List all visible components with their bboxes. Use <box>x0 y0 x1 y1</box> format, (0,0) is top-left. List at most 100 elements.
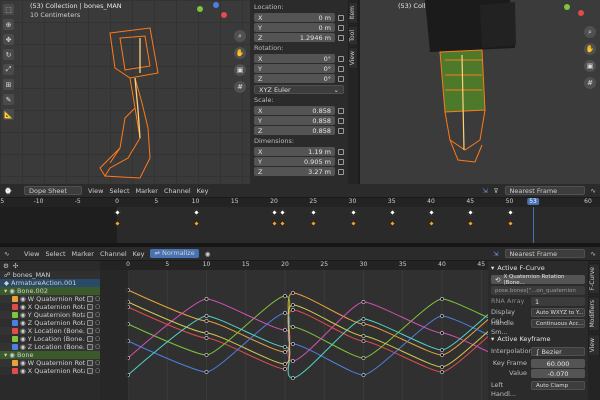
graph-menu-select[interactable]: Select <box>45 250 65 258</box>
curve-keyframe-point[interactable] <box>440 348 444 352</box>
gizmo-z-axis-icon[interactable] <box>578 10 584 16</box>
dopesheet-menu-view[interactable]: View <box>88 187 103 195</box>
select-tool-icon[interactable]: ⬚ <box>3 4 14 15</box>
curve-keyframe-point[interactable] <box>283 350 287 354</box>
dopesheet-mode-select[interactable]: Dope Sheet <box>24 186 82 195</box>
viewport-left[interactable]: (53) Collection | bones_MAN 10 Centimete… <box>0 0 250 184</box>
grid-icon[interactable]: # <box>234 81 246 93</box>
lock-icon[interactable] <box>338 168 344 175</box>
fcurve-name-field[interactable]: ⟲ X Quaternion Rotation (Bone... <box>491 274 585 286</box>
gizmo-z-axis-icon[interactable] <box>213 2 219 8</box>
channel-group-row[interactable]: ▾ ◉ Bone <box>0 351 100 359</box>
channel-action-row[interactable]: ◆ ArmatureAction.001 <box>0 279 100 287</box>
character-model-right[interactable] <box>420 0 520 170</box>
graph-menu-channel[interactable]: Channel <box>100 250 127 258</box>
curve-keyframe-point[interactable] <box>290 359 295 363</box>
channel-row[interactable]: ◉ Y Quaternion Rotat ▢ <box>0 311 100 319</box>
eye-icon[interactable]: ◉ <box>20 319 26 327</box>
curve-keyframe-point[interactable] <box>204 331 209 335</box>
pan-hand-icon[interactable]: ✋ <box>234 47 246 59</box>
keyframe-marker[interactable] <box>388 219 396 228</box>
channel-row[interactable]: ◉ X Quaternion Rotat ▢ <box>0 367 100 375</box>
curve-keyframe-point[interactable] <box>440 370 444 374</box>
channel-row[interactable]: ◉ X Quaternion Rotat ▢ <box>0 303 100 311</box>
graph-menu-view[interactable]: View <box>24 250 39 258</box>
keyframe-marker[interactable] <box>349 219 357 228</box>
lock-icon[interactable] <box>338 107 344 114</box>
curve-keyframe-point[interactable] <box>204 297 209 301</box>
display-color-select[interactable]: Auto WXYZ to Y... <box>531 308 585 317</box>
cursor-tool-icon[interactable]: ⊕ <box>3 19 14 30</box>
lock-icon[interactable] <box>338 65 344 72</box>
eye-icon[interactable]: ◉ <box>9 287 15 295</box>
current-frame-indicator[interactable]: 53 <box>527 198 539 205</box>
curve-keyframe-point[interactable] <box>440 353 444 357</box>
keyframe-marker[interactable] <box>192 208 200 217</box>
lock-icon[interactable] <box>338 14 344 21</box>
curve-keyframe-point[interactable] <box>204 353 209 357</box>
keyframe-marker[interactable] <box>506 219 514 228</box>
keyframe-marker[interactable] <box>278 219 286 228</box>
key-frame-field[interactable]: 60.000 <box>531 359 585 368</box>
curve-keyframe-point[interactable] <box>204 319 209 323</box>
eye-icon[interactable]: ◉ <box>20 359 26 367</box>
gizmo-y-axis-icon[interactable] <box>564 4 570 10</box>
tab-view[interactable]: View <box>588 333 600 356</box>
collapse-icon[interactable]: ▾ <box>491 264 494 272</box>
proportional-icon[interactable]: ∿ <box>591 250 596 258</box>
viewport-right[interactable]: (53) Collection | bones_MAN ⌕ ✋ ▣ # <box>360 0 600 184</box>
channel-row[interactable]: ◉ Z Quaternion Rotat ▢ <box>0 319 100 327</box>
keyframe-marker[interactable] <box>310 219 318 228</box>
eye-icon[interactable]: ◉ <box>20 327 26 335</box>
channel-checkbox[interactable] <box>87 344 94 350</box>
rot-fields-1[interactable]: Y 0° <box>254 64 335 73</box>
normalize-toggle[interactable]: ⇌ Normalize <box>150 249 199 258</box>
channel-checkbox[interactable] <box>87 360 94 366</box>
measure-tool-icon[interactable]: 📐 <box>3 109 14 120</box>
zoom-icon[interactable]: ⌕ <box>234 30 246 42</box>
eye-icon[interactable]: ◉ <box>20 335 26 343</box>
curve-keyframe-point[interactable] <box>361 339 366 343</box>
channel-checkbox[interactable] <box>87 336 94 342</box>
channel-row[interactable]: ◉ X Location (Bone.0 ▢ <box>0 327 100 335</box>
tab-fcurve[interactable]: F-Curve <box>588 263 600 295</box>
rna-array-field[interactable]: 1 <box>531 297 585 306</box>
camera-icon[interactable]: ▣ <box>234 64 246 76</box>
curve-keyframe-point[interactable] <box>290 308 295 312</box>
dopesheet-keyframe-area[interactable] <box>0 207 600 243</box>
dim-fields-0[interactable]: X 1.19 m <box>254 147 335 156</box>
curve-keyframe-point[interactable] <box>290 291 295 295</box>
pan-hand-icon[interactable]: ✋ <box>584 43 596 55</box>
dim-fields-2[interactable]: Z 3.27 m <box>254 167 335 176</box>
eye-icon[interactable]: ◉ <box>9 351 15 359</box>
curve-keyframe-point[interactable] <box>361 356 366 360</box>
fcurve-line[interactable] <box>127 306 488 373</box>
annotate-tool-icon[interactable]: ✎ <box>3 94 14 105</box>
graph-ruler[interactable]: 05101520253035404550 <box>100 261 524 270</box>
camera-icon[interactable]: ▣ <box>584 60 596 72</box>
gizmo-x-axis-icon[interactable] <box>221 12 227 18</box>
keyframe-marker[interactable] <box>467 219 475 228</box>
channel-checkbox[interactable] <box>87 296 94 302</box>
pin-icon[interactable]: ✣ <box>13 262 18 270</box>
channel-group-row[interactable]: ▾ ◉ Bone.002 <box>0 287 100 295</box>
interpolation-select[interactable]: ∫ Bezier <box>531 347 585 356</box>
dopesheet-ruler[interactable]: -15 -10 -5 0 5 10 15 20 25 30 35 40 45 50 53 60 <box>0 198 600 207</box>
dopesheet-menu-channel[interactable]: Channel <box>164 187 191 195</box>
curve-keyframe-point[interactable] <box>204 370 209 374</box>
keyframe-marker[interactable] <box>388 208 396 217</box>
eye-icon[interactable]: ◉ <box>20 343 26 351</box>
expand-icon[interactable]: ▾ <box>4 351 7 359</box>
curve-keyframe-point[interactable] <box>283 367 287 371</box>
grid-icon[interactable]: # <box>584 77 596 89</box>
pre-range-shade[interactable] <box>100 270 128 400</box>
keyframe-marker[interactable] <box>310 208 318 217</box>
rotation-mode-select[interactable]: XYZ Euler ⌄ <box>254 85 344 94</box>
keyframe-marker[interactable] <box>270 219 279 228</box>
eye-icon[interactable]: ◉ <box>20 367 26 375</box>
lock-icon[interactable] <box>338 55 344 62</box>
curve-keyframe-point[interactable] <box>361 322 366 326</box>
graph-snap-select[interactable]: Nearest Frame <box>504 249 585 258</box>
channel-checkbox[interactable] <box>87 368 94 374</box>
graph-editor-icon[interactable]: ∿ <box>4 250 18 258</box>
